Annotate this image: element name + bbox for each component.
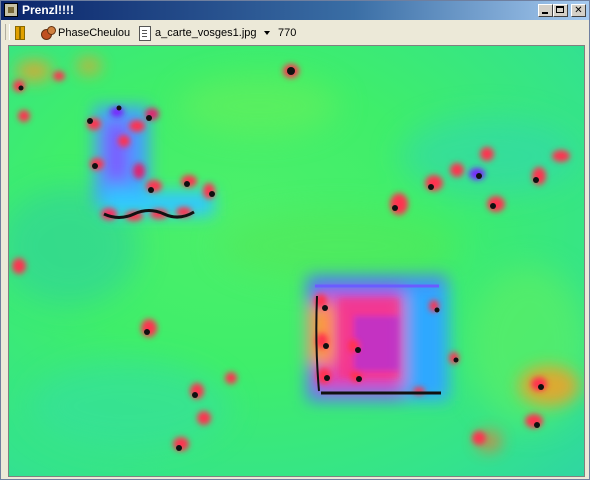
app-icon[interactable] bbox=[4, 3, 18, 17]
image-canvas[interactable] bbox=[8, 45, 585, 477]
app-window: Prenzl!!!! ✕ PhaseCheulou a_carte_vosges… bbox=[0, 0, 590, 480]
pause-button[interactable] bbox=[15, 26, 25, 40]
center-structure bbox=[307, 276, 459, 401]
chevron-down-icon[interactable] bbox=[264, 31, 270, 35]
window-title: Prenzl!!!! bbox=[22, 3, 74, 17]
file-label: a_carte_vosges1.jpg bbox=[155, 27, 257, 39]
file-icon bbox=[139, 26, 151, 41]
toolbar-grip[interactable] bbox=[5, 24, 10, 40]
canvas-art bbox=[9, 58, 584, 451]
value-readout: 770 bbox=[278, 27, 297, 39]
maximize-icon bbox=[556, 6, 564, 13]
minimize-button[interactable] bbox=[538, 4, 553, 17]
effect-icon bbox=[41, 26, 56, 40]
close-button[interactable]: ✕ bbox=[571, 4, 586, 17]
title-bar[interactable]: Prenzl!!!! ✕ bbox=[1, 1, 589, 20]
minimize-icon bbox=[542, 12, 548, 14]
maximize-button[interactable] bbox=[553, 4, 568, 17]
close-icon: ✕ bbox=[574, 5, 583, 16]
effect-label: PhaseCheulou bbox=[58, 27, 131, 39]
toolbar: PhaseCheulou a_carte_vosges1.jpg 770 bbox=[1, 20, 589, 45]
